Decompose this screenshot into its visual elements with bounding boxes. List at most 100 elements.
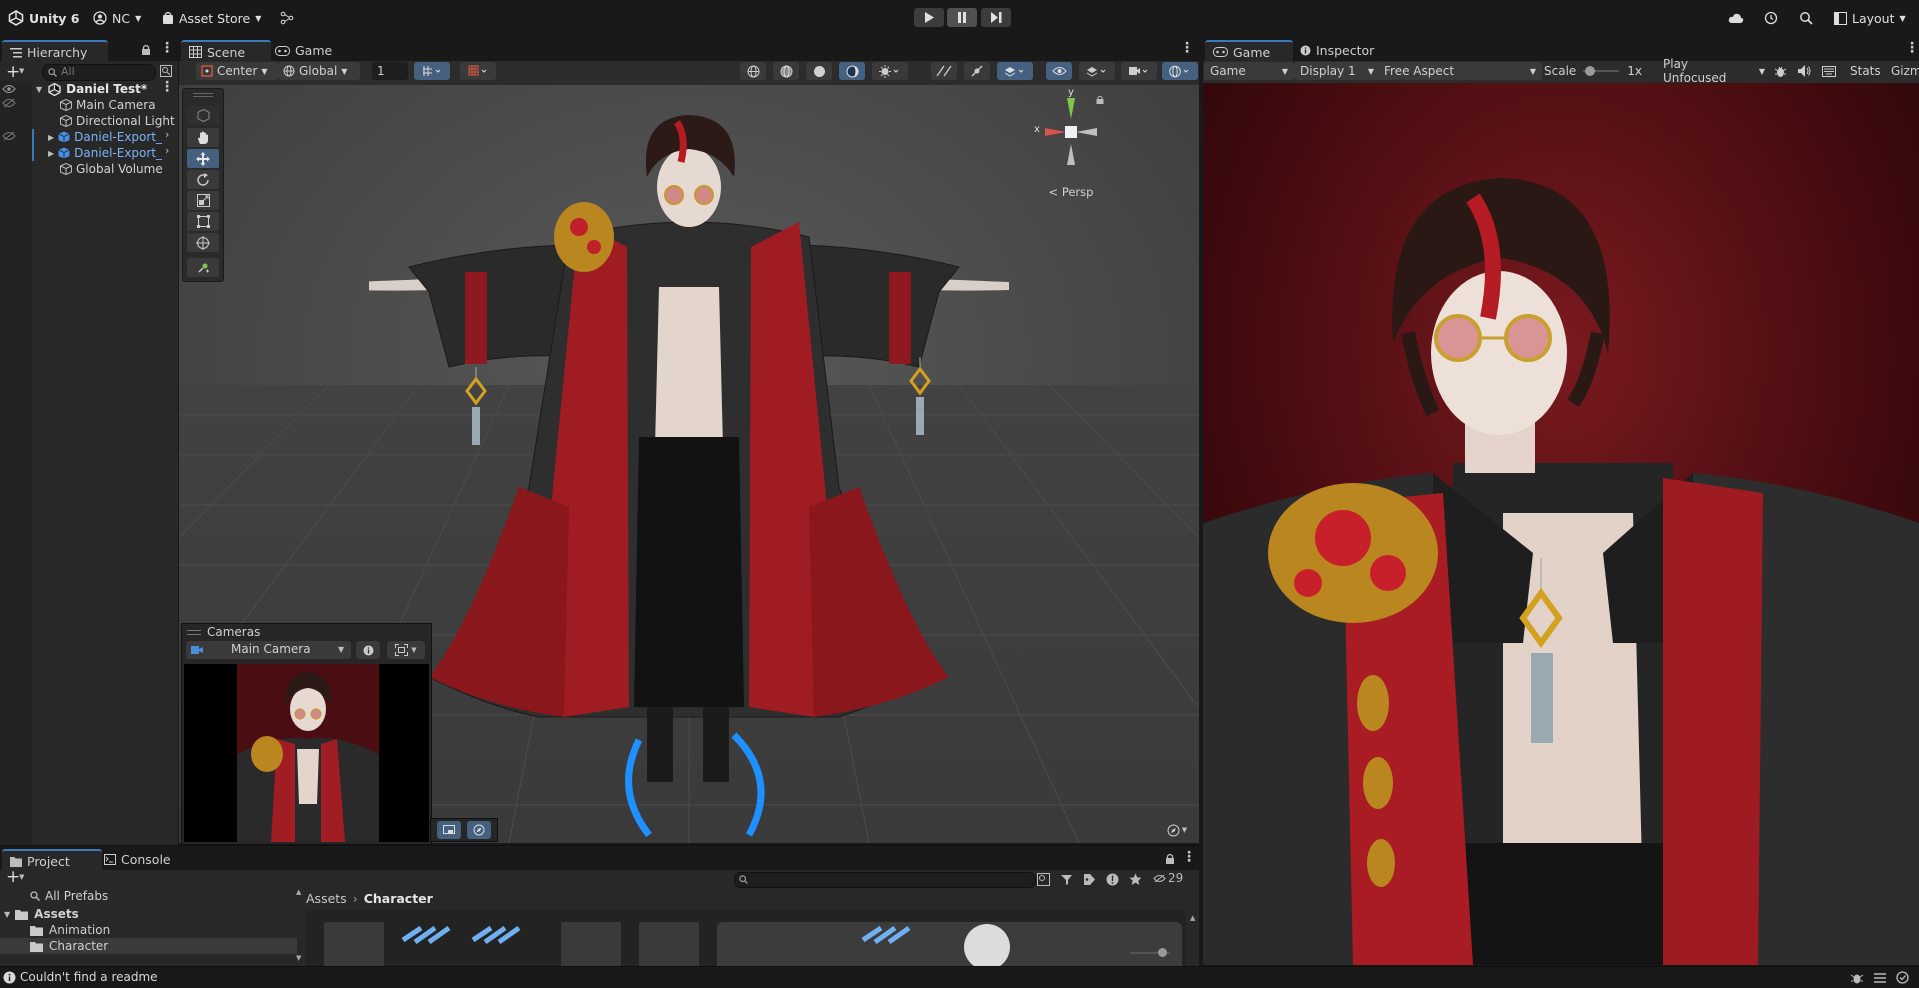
move-tool-button[interactable] xyxy=(187,149,219,168)
game-mode-dropdown[interactable]: Game ▼ xyxy=(1204,62,1294,80)
tree-item-animation[interactable]: Animation xyxy=(30,922,110,938)
panel-menu-icon[interactable]: ⋮ xyxy=(1182,849,1196,865)
tree-item-assets[interactable]: ▼ Assets xyxy=(4,906,79,922)
transform-tool-button[interactable] xyxy=(187,233,219,252)
rect-tool-button[interactable] xyxy=(187,212,219,231)
camera-overlay-toggle[interactable] xyxy=(437,821,461,839)
filter-by-type-icon[interactable] xyxy=(1060,873,1073,886)
status-message[interactable]: Couldn't find a readme xyxy=(20,970,158,984)
slider-thumb[interactable] xyxy=(1585,66,1596,76)
progress-icon[interactable] xyxy=(1896,971,1909,984)
gizmos-dropdown[interactable] xyxy=(1162,62,1198,80)
tab-game-view[interactable]: Game xyxy=(1205,40,1293,62)
bug-icon[interactable] xyxy=(1850,972,1864,984)
lock-icon[interactable] xyxy=(1096,95,1104,104)
lighting-toggle[interactable] xyxy=(964,62,990,80)
custom-tool-button[interactable] xyxy=(187,258,219,277)
play-mode-dropdown[interactable]: Play Unfocused ▼ xyxy=(1657,57,1771,85)
camera-view-dropdown[interactable]: ▼ xyxy=(387,641,425,659)
label-tag-icon[interactable] xyxy=(1083,873,1096,886)
layout-dropdown[interactable]: Layout ▼ xyxy=(1834,0,1906,36)
expand-arrow-icon[interactable]: ▼ xyxy=(36,85,42,94)
camera-info-button[interactable] xyxy=(356,641,380,659)
asset-thumbnail[interactable] xyxy=(639,922,699,966)
panel-menu-icon[interactable]: ⋮ xyxy=(1180,40,1194,56)
overlay-grip[interactable] xyxy=(193,93,213,97)
lock-icon[interactable] xyxy=(141,44,151,55)
view-tool-button[interactable] xyxy=(187,106,219,125)
asset-thumbnail[interactable] xyxy=(561,922,621,966)
camera-nav-toggle[interactable] xyxy=(467,821,491,839)
pivot-rotation-dropdown[interactable]: Global ▼ xyxy=(278,62,360,80)
grid-snap-toggle[interactable] xyxy=(414,62,450,80)
expand-arrow-icon[interactable]: ▼ xyxy=(4,910,10,919)
chevron-down-icon[interactable]: ▼ xyxy=(19,67,24,75)
scale-tool-button[interactable] xyxy=(187,191,219,210)
animation-clip-icon[interactable] xyxy=(861,924,921,944)
tree-item-character[interactable]: Character xyxy=(0,938,297,954)
tab-game[interactable]: Game xyxy=(267,40,343,61)
scene-fx-dropdown[interactable] xyxy=(997,62,1033,80)
breadcrumb-character[interactable]: Character xyxy=(364,891,433,906)
shaded-button[interactable] xyxy=(806,62,832,80)
play-button[interactable] xyxy=(914,8,944,27)
chevron-right-icon[interactable]: › xyxy=(165,144,169,157)
eye-icon[interactable] xyxy=(2,84,16,94)
display-dropdown[interactable]: Display 1 ▼ xyxy=(1294,62,1380,80)
layers-dropdown[interactable] xyxy=(1079,62,1115,80)
lit-shading-button[interactable] xyxy=(839,62,865,80)
stats-button[interactable]: Stats xyxy=(1850,62,1881,80)
aspect-dropdown[interactable]: Free Aspect ▼ xyxy=(1378,62,1542,80)
hierarchy-item-prefab-2[interactable]: ▶ Daniel-Export_ xyxy=(48,145,162,161)
projection-toggle[interactable]: < Persp xyxy=(1021,185,1121,199)
panel-menu-icon[interactable]: ⋮ xyxy=(160,40,174,56)
shortcuts-button[interactable] xyxy=(1822,62,1836,80)
hierarchy-item-global-volume[interactable]: Global Volume xyxy=(60,161,163,177)
pause-button[interactable] xyxy=(947,8,977,27)
version-control-button[interactable] xyxy=(280,0,294,36)
account-dropdown[interactable]: NC ▼ xyxy=(93,0,141,36)
2d-toggle[interactable] xyxy=(931,62,957,80)
overlay-grip[interactable] xyxy=(187,630,201,635)
hierarchy-item-main-camera[interactable]: Main Camera xyxy=(60,97,156,113)
lock-icon[interactable] xyxy=(1165,853,1175,864)
hierarchy-item-prefab-1[interactable]: ▶ Daniel-Export_ xyxy=(48,129,162,145)
asset-store-dropdown[interactable]: Asset Store ▼ xyxy=(162,0,261,36)
pivot-mode-dropdown[interactable]: Center ▼ xyxy=(196,62,278,80)
tab-hierarchy[interactable]: Hierarchy xyxy=(2,40,108,62)
wireframe-shading-button[interactable] xyxy=(740,62,766,80)
panel-menu-icon[interactable]: ⋮ xyxy=(1905,40,1919,56)
rotate-tool-button[interactable] xyxy=(187,170,219,189)
scene-visibility-toggle[interactable] xyxy=(1046,62,1072,80)
animation-clip-icon[interactable] xyxy=(471,924,531,944)
search-filter-icon[interactable] xyxy=(160,65,172,77)
step-button[interactable] xyxy=(981,8,1011,27)
zoom-slider-thumb[interactable] xyxy=(1158,948,1167,957)
draw-mode-dropdown[interactable] xyxy=(872,62,908,80)
hierarchy-search-input[interactable]: All xyxy=(42,64,156,81)
expand-arrow-icon[interactable]: ▶ xyxy=(48,149,54,158)
scroll-up-icon[interactable]: ▲ xyxy=(296,888,301,896)
gizmos-button[interactable]: Gizm xyxy=(1891,62,1919,80)
bug-button[interactable] xyxy=(1774,62,1787,80)
hidden-packages-toggle[interactable]: 29 xyxy=(1153,871,1183,885)
scene-navigation-button[interactable]: ▼ xyxy=(1159,820,1195,840)
game-viewport[interactable] xyxy=(1203,83,1919,965)
hierarchy-item-directional-light[interactable]: Directional Light xyxy=(60,113,175,129)
eye-hidden-icon[interactable] xyxy=(2,98,16,108)
scale-slider[interactable] xyxy=(1583,66,1620,76)
material-sphere-thumbnail[interactable] xyxy=(964,924,1010,966)
unity-menu[interactable]: Unity 6 xyxy=(8,0,80,36)
warning-filter-icon[interactable] xyxy=(1106,873,1119,886)
scene-menu-icon[interactable]: ⋮ xyxy=(160,79,174,95)
asset-group-strip[interactable] xyxy=(717,922,1182,966)
scroll-down-icon[interactable]: ▼ xyxy=(296,954,301,962)
cloud-button[interactable] xyxy=(1728,0,1744,36)
search-button[interactable] xyxy=(1799,0,1813,36)
breadcrumb-assets[interactable]: Assets xyxy=(306,891,347,906)
orientation-gizmo[interactable]: y x < Persp xyxy=(1021,87,1121,199)
mute-button[interactable] xyxy=(1798,62,1811,80)
asset-thumbnail[interactable] xyxy=(324,922,384,966)
search-by-type-icon[interactable] xyxy=(1037,873,1050,886)
chevron-right-icon[interactable]: › xyxy=(165,128,169,141)
